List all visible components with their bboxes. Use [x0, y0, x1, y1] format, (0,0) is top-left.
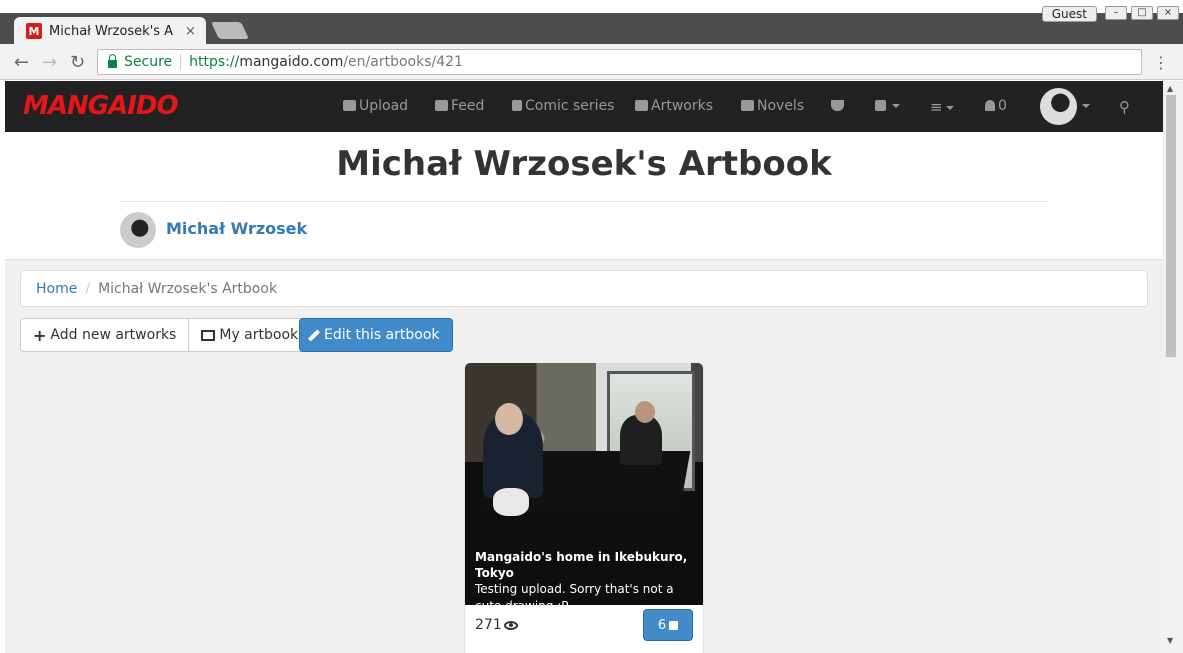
address-bar-area: ← → ↻ Secure https://mangaido.com/en/art… [0, 44, 1183, 80]
secure-label: Secure [124, 54, 173, 70]
notifications-count: 0 [998, 98, 1007, 114]
comments-icon [435, 100, 448, 111]
plus-icon: + [33, 325, 47, 345]
my-artbooks-label: My artbooks [219, 327, 306, 343]
new-tab-button[interactable] [211, 22, 249, 39]
scroll-up-icon[interactable]: ▲ [1167, 84, 1173, 93]
photo-plastic-bag [493, 488, 529, 516]
search-icon[interactable]: ⚲ [1119, 98, 1130, 116]
view-count-value: 271 [475, 617, 502, 633]
tab-close-icon[interactable]: × [185, 24, 196, 39]
guest-profile-button[interactable]: Guest [1041, 6, 1097, 22]
artwork-title: Mangaido's home in Ikebukuro, Tokyo [475, 550, 688, 580]
url-path: /en/artbooks/421 [343, 54, 463, 70]
nav-comic-series-label: Comic series [525, 98, 615, 114]
like-button[interactable]: 6 [643, 609, 693, 641]
thumbs-up-icon [669, 620, 679, 630]
nav-menu-dropdown[interactable]: ≡ [930, 98, 954, 116]
eye-icon [503, 620, 518, 630]
url-host: mangaido.com [239, 54, 344, 70]
url-input[interactable]: Secure https://mangaido.com/en/artbooks/… [97, 49, 1142, 75]
forward-arrow-icon[interactable]: → [42, 52, 57, 73]
nav-upload[interactable]: Upload [343, 98, 408, 114]
photo-person-left-head [495, 403, 523, 435]
photo-person-right [620, 415, 662, 465]
header-divider [121, 201, 1047, 202]
edit-artbook-label: Edit this artbook [324, 327, 440, 343]
nav-feed[interactable]: Feed [435, 98, 484, 114]
user-avatar[interactable] [1040, 88, 1077, 125]
site-logo[interactable]: MANGAIDO [23, 91, 179, 121]
nav-feed-label: Feed [451, 98, 485, 114]
breadcrumb-current: Michał Wrzosek's Artbook [98, 281, 278, 297]
edit-artbook-button[interactable]: Edit this artbook [299, 318, 453, 352]
add-new-artworks-label: Add new artworks [50, 327, 177, 343]
breadcrumb-separator: / [85, 281, 91, 297]
image-icon [635, 100, 648, 111]
browser-menu-icon[interactable]: ⋮ [1153, 53, 1169, 72]
omnibox-divider [180, 54, 182, 70]
picture-icon [201, 329, 216, 341]
edit-icon [741, 100, 754, 111]
user-dropdown-caret[interactable] [1079, 98, 1090, 114]
book-icon [512, 100, 522, 111]
browser-tabbar: M Michał Wrzosek's A × Guest – □ × [0, 0, 1183, 45]
author-name-link[interactable]: Michał Wrzosek [166, 219, 307, 238]
nav-novels[interactable]: Novels [741, 98, 804, 114]
hamburger-icon: ≡ [930, 98, 943, 116]
artwork-caption: Mangaido's home in Ikebukuro, Tokyo Test… [465, 543, 703, 613]
scroll-down-icon[interactable]: ▼ [1167, 636, 1173, 645]
flag-icon [875, 100, 886, 111]
nav-comic-series[interactable]: Comic series [512, 98, 614, 114]
artbook-header: Michał Wrzosek's Artbook Michał Wrzosek [5, 132, 1163, 260]
artwork-footer: 271 6 [465, 605, 703, 653]
nav-upload-label: Upload [359, 98, 409, 114]
site-navbar: MANGAIDO Upload Feed Comic series Artwor… [5, 81, 1163, 132]
caret-down-icon [1082, 104, 1090, 108]
window-titlebar [0, 0, 1183, 13]
mangaido-favicon: M [26, 23, 42, 39]
scrollbar-thumb[interactable] [1166, 95, 1176, 357]
artwork-photo[interactable] [465, 363, 703, 543]
url-scheme: https:// [189, 54, 240, 70]
page-viewport: MANGAIDO Upload Feed Comic series Artwor… [5, 81, 1163, 653]
breadcrumb: Home / Michał Wrzosek's Artbook [20, 270, 1148, 307]
minimize-icon[interactable]: – [1105, 6, 1127, 20]
close-window-icon[interactable]: × [1157, 6, 1179, 20]
tab-title: Michał Wrzosek's A [49, 23, 174, 39]
add-new-artworks-button[interactable]: + Add new artworks [20, 318, 190, 352]
artwork-card[interactable]: Mangaido's home in Ikebukuro, Tokyo Test… [465, 363, 703, 653]
cloud-upload-icon [343, 100, 356, 111]
photo-person-right-head [635, 401, 655, 423]
caret-down-icon [892, 104, 900, 108]
bowl-icon [831, 100, 844, 111]
nav-notifications[interactable]: 0 [985, 98, 1007, 114]
maximize-icon[interactable]: □ [1131, 6, 1153, 20]
view-count: 271 [475, 617, 518, 633]
nav-artworks[interactable]: Artworks [635, 98, 713, 114]
caret-down-icon [945, 106, 954, 110]
nav-flag-dropdown[interactable] [875, 98, 900, 114]
pencil-icon [307, 328, 321, 342]
nav-novels-label: Novels [757, 98, 805, 114]
artbook-actions: + Add new artworks My artbooks [20, 318, 319, 352]
breadcrumb-home-link[interactable]: Home [36, 281, 77, 297]
nav-mortar-icon[interactable] [831, 98, 847, 114]
page-title: Michał Wrzosek's Artbook [336, 144, 832, 184]
nav-artworks-label: Artworks [651, 98, 713, 114]
lock-icon [108, 54, 117, 68]
reload-icon[interactable]: ↻ [70, 52, 85, 73]
author-avatar[interactable] [120, 212, 156, 248]
like-count: 6 [657, 617, 667, 633]
browser-tab[interactable]: M Michał Wrzosek's A × [14, 17, 206, 45]
bell-icon [985, 100, 995, 111]
back-arrow-icon[interactable]: ← [14, 52, 29, 73]
